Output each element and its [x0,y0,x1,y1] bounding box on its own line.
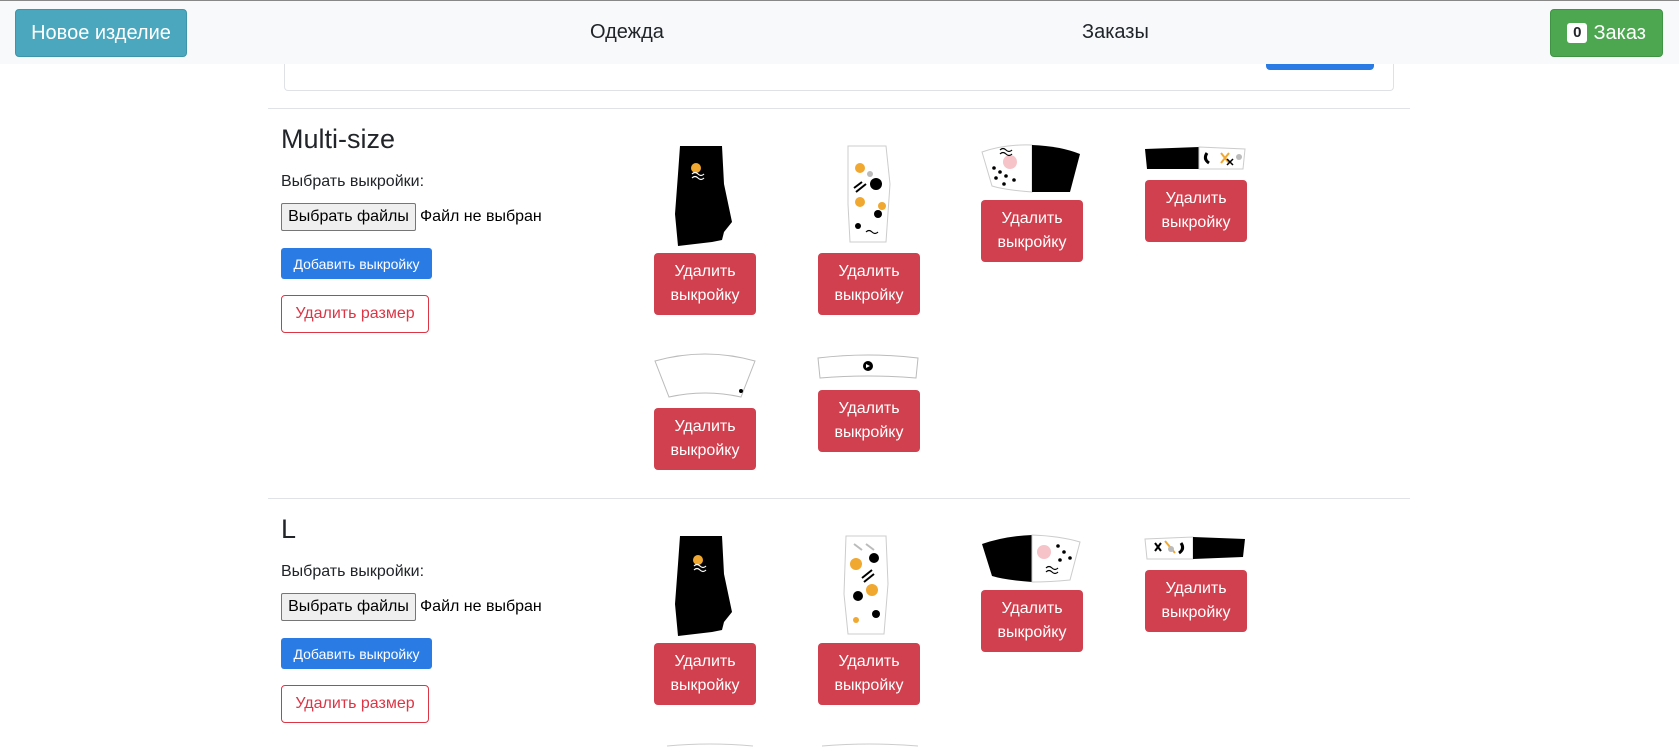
navbar: Новое изделие Одежда Заказы 0 Заказ [0,0,1679,64]
section-divider [268,108,1410,109]
delete-size-button[interactable]: Удалить размер [281,295,429,333]
delete-pattern-button[interactable]: Удалить выкройку [654,253,756,315]
order-button[interactable]: 0 Заказ [1550,9,1663,57]
nav-link-clothes[interactable]: Одежда [590,21,664,44]
delete-pattern-button[interactable]: Удалить выкройку [981,590,1083,652]
delete-pattern-button[interactable]: Удалить выкройку [981,200,1083,262]
delete-pattern-button[interactable]: Удалить выкройку [818,390,920,452]
file-status: Файл не выбран [420,598,542,615]
pattern-thumbnail [672,144,734,248]
file-status: Файл не выбран [420,208,542,225]
add-pattern-button[interactable]: Добавить выкройку [281,248,432,279]
delete-pattern-button[interactable]: Удалить выкройку [818,253,920,315]
choose-files-button[interactable]: Выбрать файлы [281,203,416,231]
pattern-thumbnail [980,532,1082,584]
add-pattern-button[interactable]: Добавить выкройку [281,638,432,669]
pattern-thumbnail [1143,143,1247,175]
pattern-thumbnail [672,534,734,638]
nav-link-orders[interactable]: Заказы [1082,21,1149,44]
pattern-thumbnail [653,351,757,403]
size-title: Multi-size [281,124,396,154]
size-title: L [281,514,297,544]
pattern-thumbnail [980,142,1082,194]
pattern-thumbnail [842,534,890,638]
order-label: Заказ [1593,21,1646,44]
delete-pattern-button[interactable]: Удалить выкройку [654,643,756,705]
order-count-badge: 0 [1567,23,1588,43]
pattern-thumbnail [820,742,920,747]
delete-pattern-button[interactable]: Удалить выкройку [1145,180,1247,242]
delete-pattern-button[interactable]: Удалить выкройку [654,408,756,470]
delete-pattern-button[interactable]: Удалить выкройку [1145,570,1247,632]
choose-patterns-label: Выбрать выкройки: [281,563,425,580]
pattern-thumbnail [816,352,920,384]
delete-pattern-button[interactable]: Удалить выкройку [818,643,920,705]
new-item-button[interactable]: Новое изделие [15,9,187,57]
pattern-thumbnail [846,144,892,246]
delete-size-button[interactable]: Удалить размер [281,685,429,723]
pattern-thumbnail [1143,533,1247,565]
section-divider [268,498,1410,499]
choose-files-button[interactable]: Выбрать файлы [281,593,416,621]
choose-patterns-label: Выбрать выкройки: [281,173,425,190]
pattern-thumbnail [665,742,755,747]
